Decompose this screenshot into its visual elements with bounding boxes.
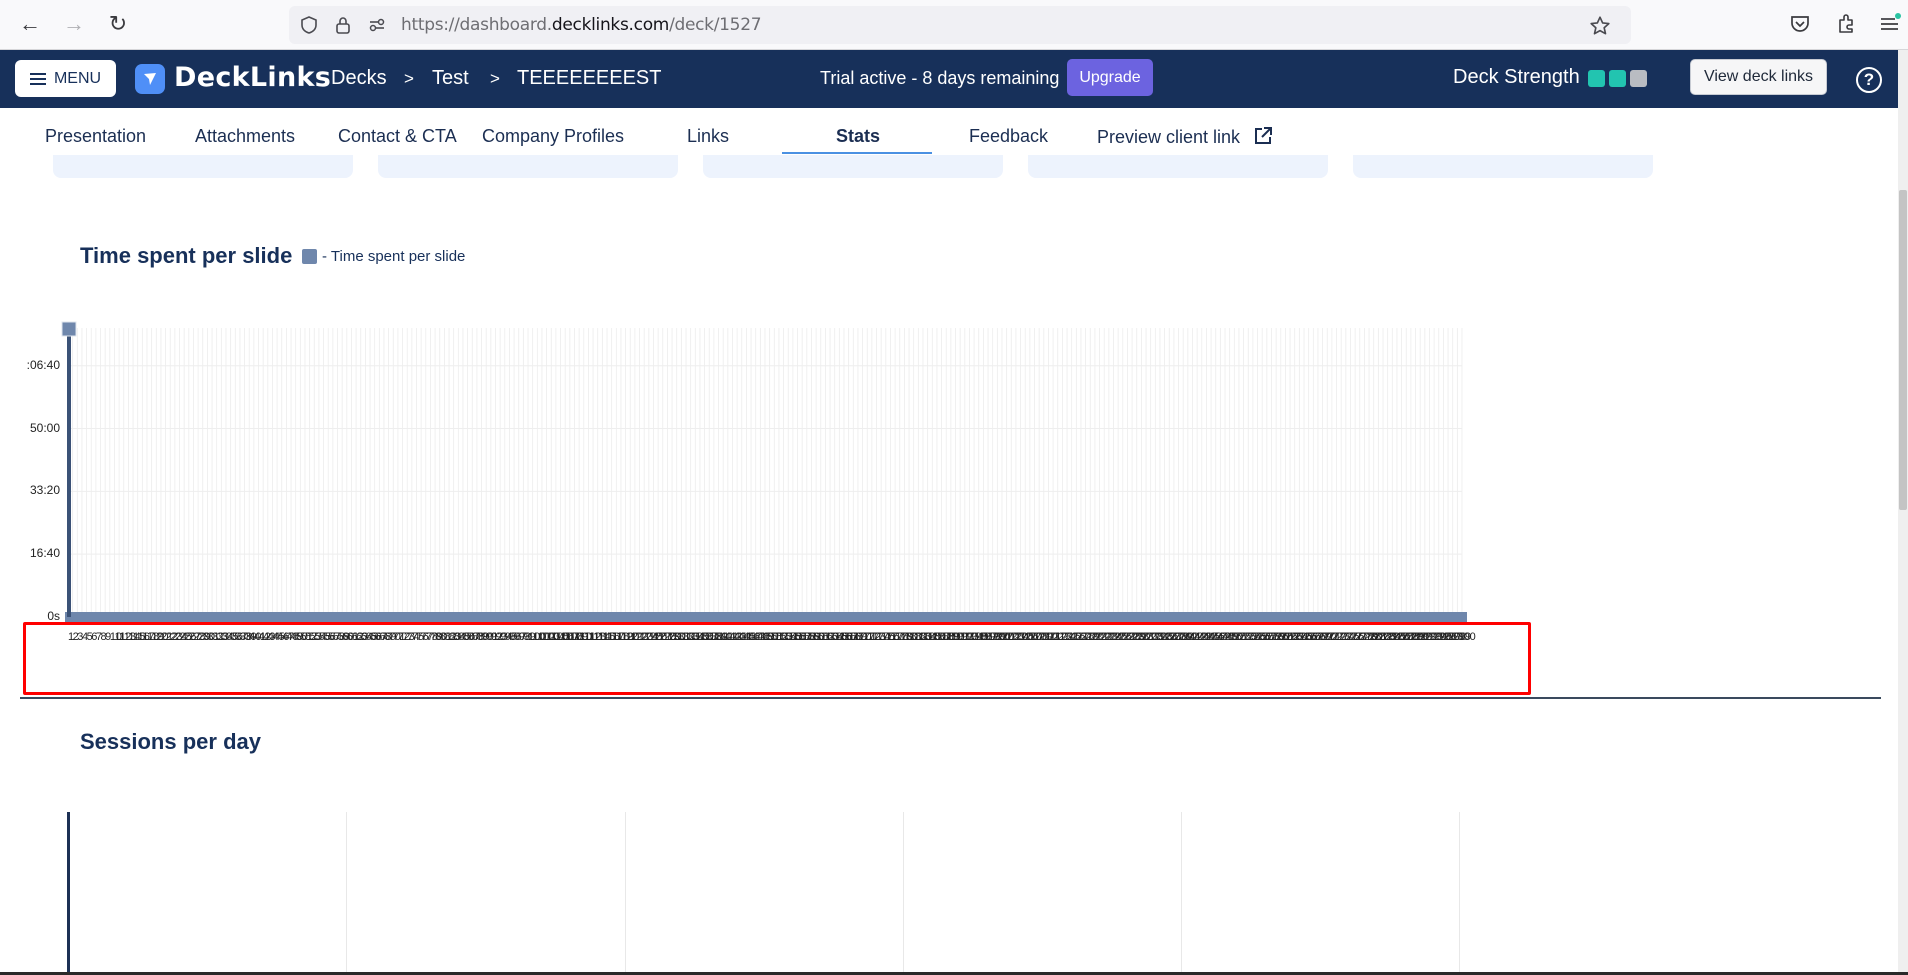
y-tick-label: 16:40	[29, 546, 60, 561]
page-scrollbar-track[interactable]	[1898, 50, 1908, 975]
sessions-gridline	[1459, 812, 1460, 975]
sessions-gridline	[625, 812, 626, 975]
bar-baseline-series[interactable]	[65, 612, 1467, 622]
page-scrollbar-thumb[interactable]	[1899, 190, 1907, 510]
sessions-gridline	[1181, 812, 1182, 975]
sessions-gridline	[903, 812, 904, 975]
time-per-slide-chart: 1234567891011121314151617181920212223242…	[61, 321, 1476, 643]
sessions-y-axis	[67, 812, 70, 975]
y-tick-label: 33:20	[29, 483, 60, 498]
sessions-gridline	[346, 812, 347, 975]
chart-title-sessions-per-day: Sessions per day	[80, 729, 261, 754]
bar-slide-1[interactable]	[67, 328, 71, 617]
y-tick-label: :06:40	[26, 357, 60, 372]
section-divider	[20, 697, 1881, 699]
highlight-annotation-box	[23, 622, 1531, 695]
bar-slide-1-marker[interactable]	[61, 321, 77, 337]
y-tick-label: 0s	[47, 609, 60, 623]
y-tick-label: 50:00	[29, 420, 60, 435]
